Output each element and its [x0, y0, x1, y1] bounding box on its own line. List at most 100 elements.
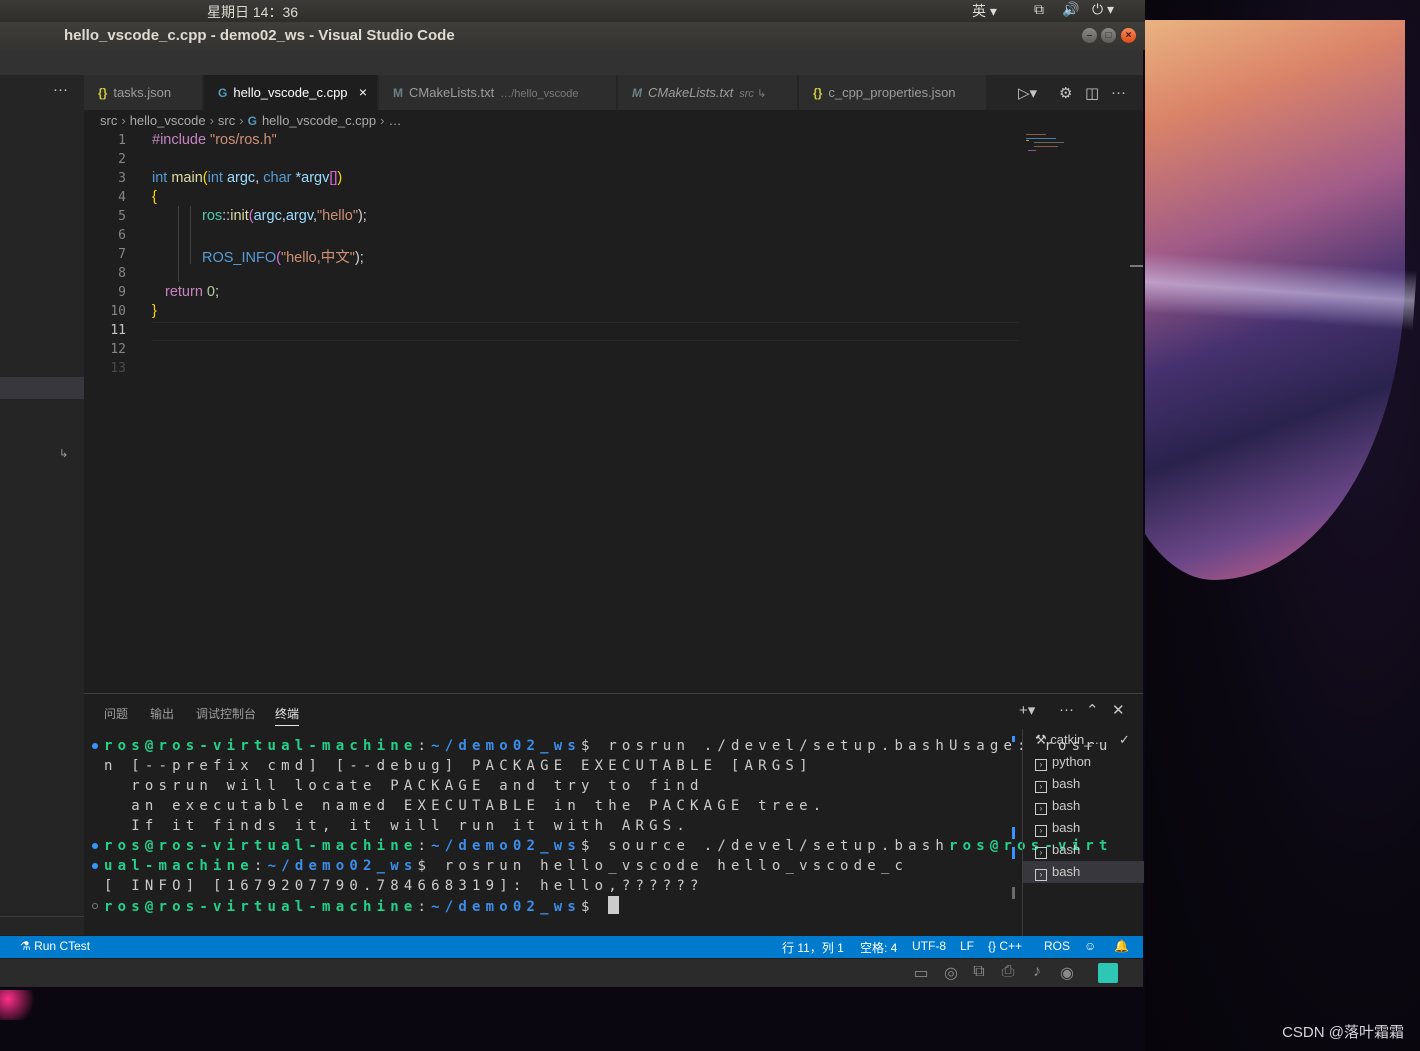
scrollbar-thumb[interactable] [1130, 265, 1143, 267]
power-icon[interactable]: ⏻ ▾ [1092, 1, 1114, 18]
status-bar: ⚗ Run CTest 行 11，列 1 空格: 4 UTF-8 LF {} C… [0, 936, 1143, 958]
more-actions-icon[interactable]: ··· [1059, 701, 1074, 718]
gear-icon[interactable]: ⚙ [1059, 84, 1072, 102]
input-method-label: 英 [972, 3, 986, 19]
tab-description: …/hello_vscode [500, 88, 579, 100]
tab-hello-vscode-c-cpp[interactable]: Ghello_vscode_c.cpp × [204, 75, 378, 110]
hard-disk-icon[interactable]: ▭ [910, 963, 932, 983]
terminal-line: [ INFO] [1679207790.784668319]: hello,??… [104, 878, 704, 894]
terminal-line: ros@ros-virtual-machine:~/demo02_ws$ ros… [92, 736, 1107, 756]
terminal-line: ros@ros-virtual-machine:~/demo02_ws$ [92, 896, 1004, 916]
indentation[interactable]: 空格: 4 [860, 939, 897, 956]
terminal-list-item[interactable]: ⚒ catkin_... ✓ [1023, 729, 1144, 751]
tools-icon: ⚒ [1035, 732, 1051, 747]
input-method-indicator[interactable]: 英 ▾ [972, 1, 997, 21]
terminal-list-item[interactable]: › bash [1023, 773, 1144, 795]
vscode-window: ··· ↳ {} tasks.json Ghello_vscode_c.cpp ×… [0, 50, 1144, 987]
minimap[interactable] [1024, 132, 1084, 172]
usb-icon[interactable]: ◉ [1056, 963, 1078, 983]
more-icon[interactable]: ··· [53, 81, 68, 98]
sound-icon[interactable]: ♪ [1026, 963, 1048, 983]
terminal-line: If it finds it, it will run it with ARGS… [104, 818, 691, 834]
tab-output[interactable]: 输出 [150, 705, 174, 722]
close-icon[interactable]: × [359, 75, 367, 110]
command-decoration-icon[interactable] [92, 843, 98, 849]
maximize-button[interactable]: □ [1101, 28, 1116, 43]
tab-cmakelists-hello-vscode[interactable]: M CMakeLists.txt …/hello_vscode [379, 75, 617, 110]
more-actions-icon[interactable]: ··· [1111, 84, 1126, 101]
terminal-list-item[interactable]: › bash [1023, 861, 1144, 883]
code-line: #include "ros/ros.h" [152, 132, 277, 148]
message-icon[interactable] [1098, 963, 1118, 983]
encoding[interactable]: UTF-8 [912, 939, 946, 953]
command-decoration-icon[interactable] [92, 863, 98, 869]
code-editor[interactable]: 1 2 3 4 5 6 7 8 9 10 11 12 13 #include "… [84, 130, 1143, 690]
check-icon: ✓ [1119, 732, 1130, 747]
terminal-icon: › [1035, 759, 1047, 771]
breadcrumb-item[interactable]: … [389, 113, 402, 128]
maximize-panel-icon[interactable]: ⌃ [1086, 701, 1099, 719]
scroll-marker [1012, 736, 1015, 742]
notifications-icon[interactable]: 🔔 [1114, 939, 1129, 953]
feedback-icon[interactable]: ☺ [1084, 939, 1096, 953]
code-line: } [152, 303, 157, 319]
flask-icon: ⚗ [20, 939, 35, 953]
terminal-cursor [608, 896, 620, 914]
language-mode[interactable]: {} C++ [988, 939, 1022, 953]
code-line: { [152, 189, 157, 205]
line-number: 10 [110, 304, 126, 319]
line-number: 12 [110, 342, 126, 357]
tab-cmakelists-src[interactable]: M CMakeLists.txt src ↳ [618, 75, 798, 110]
optical-drive-icon[interactable]: ◎ [940, 963, 962, 983]
code-line: int main(int argc, char *argv[]) [152, 170, 343, 186]
command-decoration-icon[interactable] [92, 743, 98, 749]
line-number: 8 [118, 266, 126, 281]
close-button[interactable]: × [1121, 28, 1136, 43]
tab-label: CMakeLists.txt [648, 85, 734, 100]
scroll-marker [1012, 827, 1015, 839]
run-ctest-button[interactable]: ⚗ Run CTest [20, 939, 90, 953]
terminal-line: an executable named EXECUTABLE in the PA… [104, 798, 827, 814]
editor-tab-bar: {} tasks.json Ghello_vscode_c.cpp × M CMak… [84, 75, 1143, 110]
line-number: 3 [118, 171, 126, 186]
tab-debug-console[interactable]: 调试控制台 [196, 705, 256, 722]
watermark: CSDN @落叶霜霜 [1282, 1024, 1404, 1041]
cursor-position[interactable]: 行 11，列 1 [782, 939, 844, 956]
breadcrumb: src › hello_vscode › src › Ghello_vscode_c.cpp… [100, 113, 402, 128]
terminal-list-item[interactable]: › bash [1023, 817, 1144, 839]
terminal-icon: › [1035, 869, 1047, 881]
sidebar-selected-row[interactable] [0, 377, 84, 399]
network-icon[interactable]: ⧉ [1034, 1, 1044, 18]
tab-c-cpp-properties-json[interactable]: {} c_cpp_properties.json [799, 75, 987, 110]
split-editor-icon[interactable]: ◫ [1085, 84, 1099, 102]
breadcrumb-item[interactable]: hello_vscode [130, 113, 206, 128]
command-decoration-icon[interactable] [92, 903, 98, 909]
run-debug-icon[interactable]: ▷▾ [1018, 84, 1037, 102]
tab-description: src ↳ [739, 88, 767, 100]
line-number: 5 [118, 209, 126, 224]
sidebar: ··· ↳ [0, 75, 84, 938]
network-adapter-icon[interactable]: ⧉ [968, 963, 990, 983]
tab-terminal[interactable]: 终端 [275, 705, 300, 726]
tab-problems[interactable]: 问题 [104, 705, 128, 722]
terminal-output[interactable]: ros@ros-virtual-machine:~/demo02_ws$ ros… [92, 736, 1107, 916]
system-clock[interactable]: 星期日 14：36 [207, 2, 298, 22]
end-of-line[interactable]: LF [960, 939, 974, 953]
terminal-line: rosrun will locate PACKAGE and try to fi… [104, 778, 704, 794]
breadcrumb-item[interactable]: hello_vscode_c.cpp [262, 113, 376, 128]
new-terminal-icon[interactable]: +▾ [1019, 701, 1035, 719]
ros-status[interactable]: ROS [1044, 939, 1070, 953]
terminal-icon: › [1035, 781, 1047, 793]
breadcrumb-item[interactable]: src [100, 113, 117, 128]
terminal-icon: › [1035, 847, 1047, 859]
terminal-icon: › [1035, 803, 1047, 815]
terminal-list-item[interactable]: › bash [1023, 839, 1144, 861]
terminal-list-item[interactable]: › bash [1023, 795, 1144, 817]
breadcrumb-item[interactable]: src [218, 113, 235, 128]
tab-tasks-json[interactable]: {} tasks.json [84, 75, 203, 110]
close-panel-icon[interactable]: ✕ [1112, 701, 1125, 719]
printer-icon[interactable]: ⎙ [997, 963, 1019, 983]
volume-icon[interactable]: 🔊 [1062, 1, 1079, 18]
minimize-button[interactable]: – [1082, 28, 1097, 43]
terminal-list-item[interactable]: › python [1023, 751, 1144, 773]
